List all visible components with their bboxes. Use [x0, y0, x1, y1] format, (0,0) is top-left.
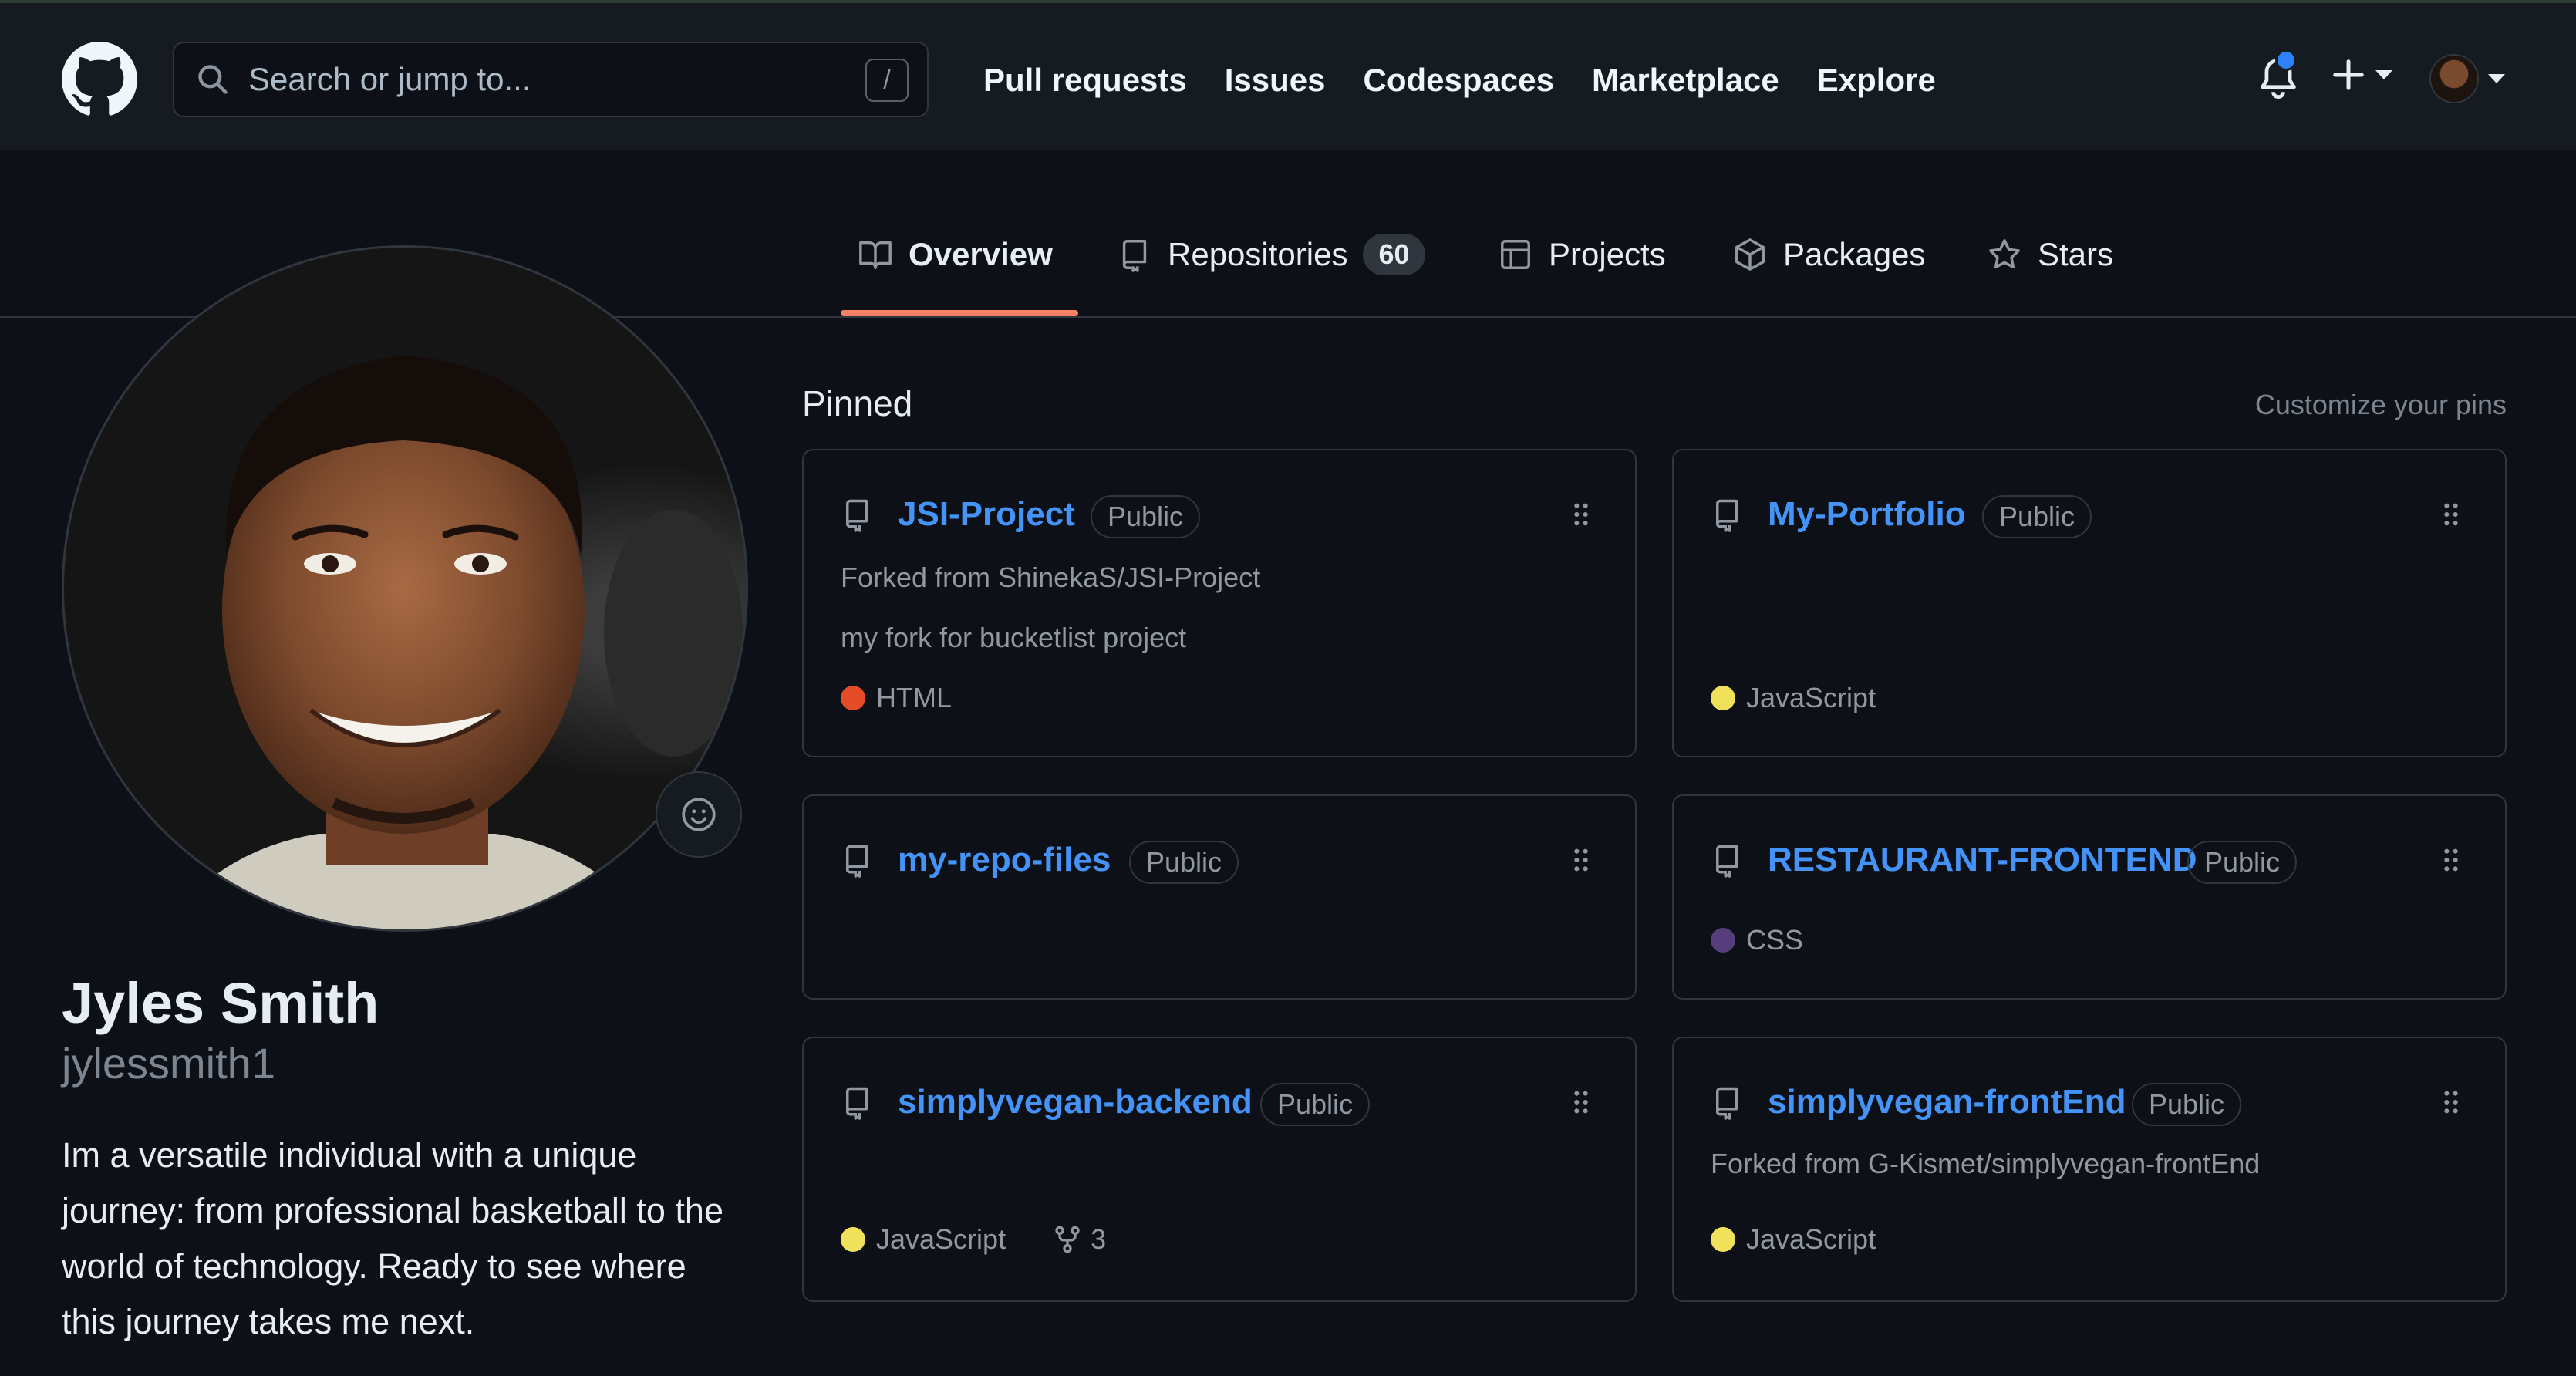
repo-name-link[interactable]: RESTAURANT-FRONTEND — [1768, 841, 2197, 879]
plus-icon — [2331, 57, 2366, 93]
fork-icon — [1052, 1224, 1083, 1255]
profile-username: jylessmith1 — [62, 1039, 275, 1088]
nav-marketplace[interactable]: Marketplace — [1592, 59, 1779, 102]
user-menu[interactable] — [2429, 54, 2505, 103]
forks-count: 3 — [1091, 1223, 1107, 1255]
visibility-badge: Public — [1129, 841, 1239, 884]
search-input[interactable]: Search or jump to... / — [173, 42, 929, 117]
repo-icon — [841, 497, 873, 532]
visibility-badge: Public — [2132, 1083, 2242, 1126]
repo-language: HTML — [841, 682, 952, 714]
visibility-badge: Public — [1091, 495, 1201, 538]
search-shortcut-key: / — [865, 59, 909, 102]
chevron-down-icon — [2375, 70, 2392, 79]
language-color-dot — [841, 1227, 865, 1252]
table-icon — [1498, 237, 1533, 272]
pinned-repo-card: simplyvegan-backend Public JavaScript 3 — [802, 1037, 1637, 1302]
repo-language: CSS — [1711, 924, 1803, 956]
repo-name-link[interactable]: JSI-Project — [898, 495, 1075, 534]
avatar — [2429, 54, 2479, 103]
tab-stars[interactable]: Stars — [1987, 230, 2113, 279]
package-icon — [1732, 237, 1768, 272]
tab-stars-label: Stars — [2038, 236, 2114, 272]
active-tab-indicator — [841, 310, 1078, 316]
nav-explore[interactable]: Explore — [1817, 59, 1936, 102]
repo-icon — [1711, 1084, 1743, 1120]
chevron-down-icon — [2488, 74, 2505, 83]
nav-issues[interactable]: Issues — [1225, 59, 1326, 102]
language-label: JavaScript — [1746, 682, 1876, 713]
tab-projects-label: Projects — [1549, 236, 1666, 272]
drag-handle-icon[interactable] — [1572, 1089, 1590, 1115]
search-placeholder: Search or jump to... — [248, 61, 531, 97]
smiley-icon — [679, 795, 718, 834]
forked-from-text: Forked from ShinekaS/JSI-Project — [841, 562, 1261, 593]
drag-handle-icon[interactable] — [2442, 1089, 2460, 1115]
language-label: HTML — [876, 682, 952, 713]
book-icon — [858, 237, 893, 272]
repositories-count-badge: 60 — [1363, 234, 1425, 275]
tab-repositories-label: Repositories — [1168, 236, 1348, 272]
language-color-dot — [1711, 1227, 1735, 1252]
profile-avatar[interactable] — [62, 245, 748, 932]
tab-overview-label: Overview — [909, 236, 1053, 272]
pinned-repo-card: JSI-Project Public Forked from ShinekaS/… — [802, 449, 1637, 757]
drag-handle-icon[interactable] — [2442, 847, 2460, 873]
repo-icon — [841, 842, 873, 878]
tab-repositories[interactable]: Repositories 60 — [1117, 230, 1425, 279]
tab-overview[interactable]: Overview — [858, 230, 1053, 279]
repo-language: JavaScript — [1711, 682, 1876, 714]
drag-handle-icon[interactable] — [1572, 847, 1590, 873]
language-color-dot — [1711, 686, 1735, 710]
pinned-repo-card: simplyvegan-frontEnd Public Forked from … — [1672, 1037, 2507, 1302]
language-label: JavaScript — [1746, 1223, 1876, 1255]
drag-handle-icon[interactable] — [2442, 501, 2460, 528]
tab-packages[interactable]: Packages — [1732, 230, 1925, 279]
visibility-badge: Public — [2187, 841, 2298, 884]
repo-description: my fork for bucketlist project — [841, 622, 1187, 653]
language-label: JavaScript — [876, 1223, 1006, 1255]
set-status-button[interactable] — [656, 771, 742, 858]
star-icon — [1987, 237, 2022, 272]
create-new-menu[interactable] — [2331, 57, 2392, 93]
drag-handle-icon[interactable] — [1572, 501, 1590, 528]
repo-name-link[interactable]: my-repo-files — [898, 841, 1111, 879]
github-logo-icon[interactable] — [62, 42, 137, 117]
tab-packages-label: Packages — [1783, 236, 1926, 272]
language-label: CSS — [1746, 924, 1804, 956]
nav-pull-requests[interactable]: Pull requests — [983, 59, 1187, 102]
repo-icon — [841, 1084, 873, 1120]
notification-indicator — [2275, 49, 2297, 71]
profile-bio: Im a versatile individual with a unique … — [62, 1135, 723, 1341]
search-icon — [196, 62, 230, 96]
top-header: Search or jump to... / Pull requests Iss… — [0, 0, 2576, 150]
repo-language: JavaScript — [1711, 1223, 1876, 1256]
repo-name-link[interactable]: My-Portfolio — [1768, 495, 1966, 534]
repo-name-link[interactable]: simplyvegan-frontEnd — [1768, 1083, 2126, 1121]
repo-language: JavaScript 3 — [841, 1223, 1106, 1256]
global-nav: Pull requests Issues Codespaces Marketpl… — [983, 59, 1936, 102]
language-color-dot — [841, 686, 865, 710]
language-color-dot — [1711, 928, 1735, 953]
nav-codespaces[interactable]: Codespaces — [1364, 59, 1554, 102]
customize-pins-link[interactable]: Customize your pins — [2255, 389, 2507, 421]
profile-name: Jyles Smith — [62, 971, 379, 1035]
pinned-repo-card: my-repo-files Public — [802, 794, 1637, 1000]
tab-projects[interactable]: Projects — [1498, 230, 1666, 279]
repo-icon — [1711, 842, 1743, 878]
forked-from-text: Forked from G-Kismet/simplyvegan-frontEn… — [1711, 1148, 2261, 1179]
pinned-heading: Pinned — [802, 383, 913, 423]
pinned-repo-card: RESTAURANT-FRONTEND Public CSS — [1672, 794, 2507, 1000]
visibility-badge: Public — [1260, 1083, 1371, 1126]
forks-count-link[interactable]: 3 — [1052, 1223, 1106, 1256]
pinned-repo-card: My-Portfolio Public JavaScript — [1672, 449, 2507, 757]
visibility-badge: Public — [1982, 495, 2092, 538]
repo-icon — [1711, 497, 1743, 532]
repo-icon — [1117, 237, 1152, 272]
repo-name-link[interactable]: simplyvegan-backend — [898, 1083, 1253, 1121]
